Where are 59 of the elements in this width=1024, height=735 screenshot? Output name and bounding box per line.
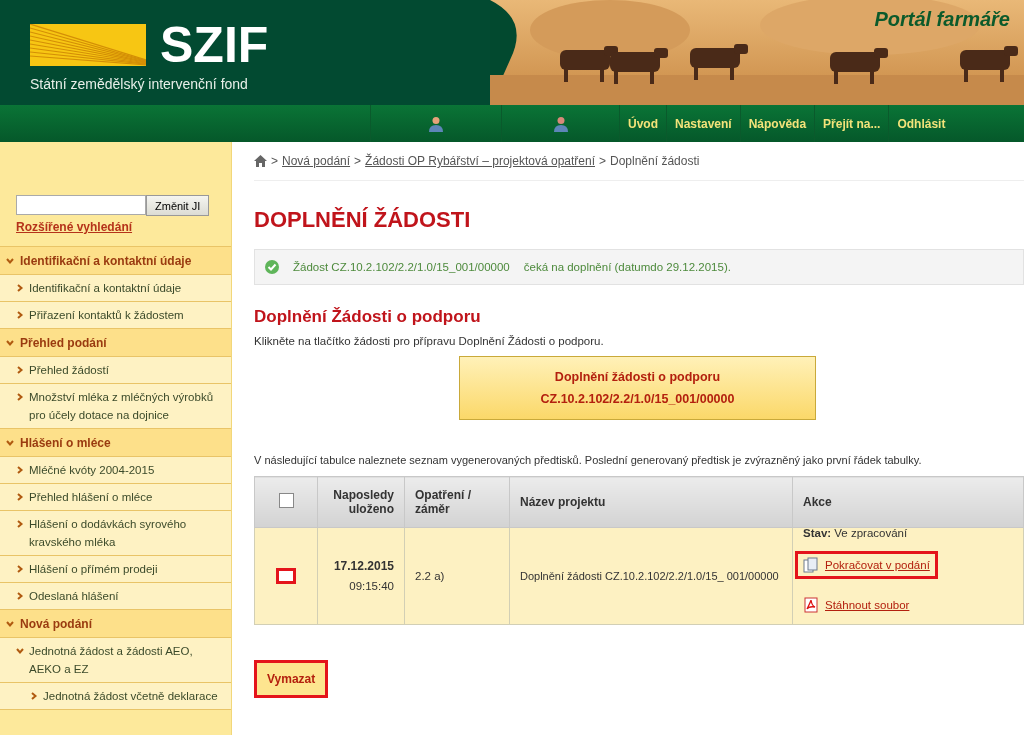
breadcrumb-separator: >	[354, 154, 362, 168]
notice-text: čeká na doplnění (datumdo 29.12.2015).	[523, 261, 731, 273]
sidebar-item[interactable]: Jednotná žádost a žádosti AEO, AEKO a EZ	[0, 638, 231, 683]
table-cell: Doplnění žádosti CZ.10.2.102/2.2/1.0/15_ 001/00000	[509, 527, 793, 625]
time-text: 09:15:40	[348, 579, 394, 594]
application-button[interactable]: Doplnění žádosti o podporu CZ.10.2.102/2.2/1.0/15_001/00000	[459, 356, 816, 420]
table-intro: V následující tabulce naleznete seznam vygenerovaných předtisků. Poslední generovaný předtisk je zvýrazněný jako první řádek tabulky.	[254, 454, 923, 466]
sidebar-item[interactable]: Množství mléka z mléčných výrobků pro účely dotace na dojnice	[0, 384, 231, 429]
delete-button[interactable]: Vymazat	[254, 660, 329, 698]
section-title: Doplnění Žádosti o podporu	[254, 307, 482, 327]
breadcrumb-separator: >	[271, 154, 278, 168]
advanced-search-link[interactable]: Rozšířené vyhledání	[16, 220, 215, 234]
nav-link[interactable]: Odhlásit	[888, 105, 954, 142]
sidebar-item[interactable]: Přehled žádostí	[0, 357, 231, 384]
section-text: Klikněte na tlačítko žádosti pro přípravu Doplnění Žádosti o podporu.	[254, 335, 605, 347]
date-text: 17.12.2015	[332, 558, 394, 575]
sidebar-section[interactable]: Přehled podání	[0, 329, 231, 357]
sidebar-item[interactable]: Identifikační a kontaktní údaje	[0, 275, 231, 302]
user-icon[interactable]	[429, 115, 443, 132]
logo-subtitle: Státní zemědělský intervenční fond	[30, 76, 249, 92]
breadcrumb-link[interactable]: Žádosti OP Rybářství – projektová opatření	[365, 154, 595, 168]
breadcrumb-separator: >	[599, 154, 606, 168]
check-icon	[265, 260, 279, 274]
status-text: Stav: Ve zpracování	[803, 527, 909, 539]
sidebar-section[interactable]: Identifikační a kontaktní údaje	[0, 247, 231, 275]
nav-link[interactable]: Nastavení	[666, 105, 740, 142]
sidebar-section[interactable]: Hlášení o mléce	[0, 429, 231, 457]
sidebar-item[interactable]: Jednotná žádost včetně deklarace	[0, 683, 231, 710]
nav-link[interactable]: Přejít na...	[814, 105, 889, 142]
table-cell: 2.2 a)	[404, 527, 510, 625]
notice-text: Žádost CZ.10.2.102/2.2/1.0/15_001/00000	[293, 261, 510, 273]
checkbox[interactable]	[278, 493, 294, 508]
column-header: Opatření / záměr	[404, 476, 510, 528]
nav-link[interactable]: Úvod	[619, 105, 666, 142]
column-header: Naposledy uloženo	[317, 476, 405, 528]
action-link[interactable]: Stáhnout soubor	[795, 591, 918, 619]
page-title: DOPLNĚNÍ ŽÁDOSTI	[254, 207, 472, 233]
sidebar-item[interactable]: Přiřazení kontaktů k žádostem	[0, 302, 231, 329]
logo-text: SZIF	[160, 20, 269, 70]
breadcrumb-link[interactable]: Nová podání	[282, 154, 351, 168]
column-header: Název projektu	[509, 476, 793, 528]
logo-icon	[30, 24, 146, 66]
home-icon[interactable]	[254, 155, 267, 167]
current-page-label[interactable]: Doplnění žádosti	[610, 154, 700, 168]
nav-link[interactable]: Nápověda	[739, 105, 815, 142]
sidebar-item[interactable]: Odeslaná hlášení	[0, 583, 231, 610]
sidebar-section[interactable]: Nová podání	[0, 610, 231, 638]
sidebar-item[interactable]: Hlášení o dodávkách syrového kravského mléka	[0, 511, 231, 556]
sidebar-item[interactable]: Mléčné kvóty 2004-2015	[0, 457, 231, 484]
column-header: Akce	[792, 476, 1024, 528]
portal-title: Portál farmáře	[874, 8, 1010, 31]
pdf-icon	[803, 597, 819, 613]
sidebar-item[interactable]: Hlášení o přímém prodeji	[0, 556, 231, 583]
document-icon	[803, 557, 819, 573]
action-link[interactable]: Pokračovat v podání	[795, 551, 938, 579]
user-icon[interactable]	[553, 115, 568, 132]
search-field[interactable]	[16, 195, 146, 215]
change-button[interactable]: Změnit JI	[146, 195, 210, 216]
sidebar-item[interactable]: Přehled hlášení o mléce	[0, 484, 231, 511]
